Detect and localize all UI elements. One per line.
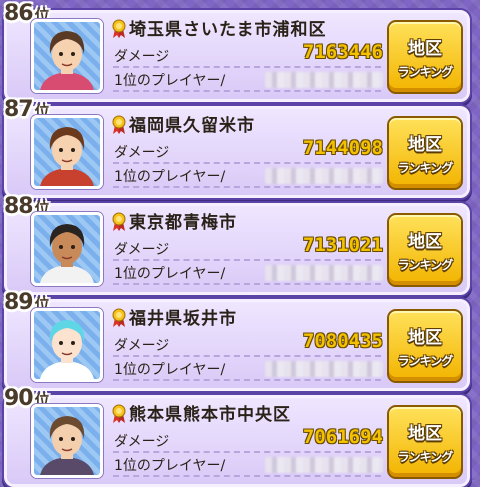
damage-value: 7061694 xyxy=(302,426,383,448)
ranking-row: 87 位 福岡県久留米市 ダメージ 7144098 1位のプレイヤー/ 地区 ラ… xyxy=(4,97,470,198)
avatar-portrait-icon xyxy=(40,224,94,283)
top-player-label: 1位のプレイヤー/ xyxy=(114,73,226,89)
divider xyxy=(113,475,381,477)
ranking-row: 88 位 東京都青梅市 ダメージ 7131021 1位のプレイヤー/ 地区 ラン… xyxy=(4,194,470,295)
divider xyxy=(113,355,381,357)
medal-ribbon-icon xyxy=(112,404,126,423)
area-name: 熊本県熊本市中央区 xyxy=(129,405,291,425)
player-avatar[interactable] xyxy=(31,212,103,286)
top-player-label: 1位のプレイヤー/ xyxy=(114,266,226,282)
area-ranking-button[interactable]: 地区 ランキング xyxy=(387,213,463,287)
medal-ribbon-icon xyxy=(112,115,126,134)
avatar-portrait-icon xyxy=(40,31,94,90)
top-player-name-blurred xyxy=(265,361,383,377)
area-ranking-button-line1: 地区 xyxy=(408,424,442,444)
area-name: 福岡県久留米市 xyxy=(129,116,255,136)
divider xyxy=(113,186,381,188)
ranking-row: 86位 埼玉県さいたま市浦和区 ダメージ 7163446 1位のプレイヤー/ xyxy=(4,1,470,102)
divider xyxy=(113,283,381,285)
divider xyxy=(113,379,381,381)
area-name: 東京都青梅市 xyxy=(129,213,237,233)
damage-value: 7080435 xyxy=(302,330,383,352)
area-ranking-button[interactable]: 地区 ランキング xyxy=(387,116,463,190)
avatar-portrait-icon xyxy=(40,127,94,186)
damage-value: 7163446 xyxy=(302,41,383,63)
medal-ribbon-icon xyxy=(112,212,126,231)
damage-label: ダメージ xyxy=(114,338,170,354)
avatar-portrait-icon xyxy=(40,416,94,475)
damage-label: ダメージ xyxy=(114,49,170,65)
top-player-name-blurred xyxy=(265,72,383,88)
top-player-label: 1位のプレイヤー/ xyxy=(114,458,226,474)
divider xyxy=(113,259,381,261)
damage-label: ダメージ xyxy=(114,242,170,258)
ranking-row: 90 位 熊本県熊本市中央区 ダメージ 7061694 1位のプレイヤー/ 地区… xyxy=(4,386,470,487)
top-player-label: 1位のプレイヤー/ xyxy=(114,169,226,185)
area-name: 福井県坂井市 xyxy=(129,309,237,329)
medal-ribbon-icon xyxy=(112,19,126,38)
ranking-row: 89 位 福井県坂井市 ダメージ 7080435 1位のプレイヤー/ 地区 ラン… xyxy=(4,290,470,391)
top-player-name-blurred xyxy=(265,265,383,281)
player-avatar[interactable] xyxy=(31,19,103,93)
area-ranking-button-line1: 地区 xyxy=(408,39,442,59)
area-ranking-button-line1: 地区 xyxy=(408,135,442,155)
avatar-portrait-icon xyxy=(40,320,94,379)
divider xyxy=(113,162,381,164)
area-ranking-button-line2: ランキング xyxy=(397,161,454,175)
area-ranking-button-line1: 地区 xyxy=(408,232,442,252)
area-name: 埼玉県さいたま市浦和区 xyxy=(129,20,327,40)
damage-label: ダメージ xyxy=(114,145,170,161)
top-player-name-blurred xyxy=(265,168,383,184)
area-ranking-button-line1: 地区 xyxy=(408,328,442,348)
area-ranking-button[interactable]: 地区 ランキング xyxy=(387,309,463,383)
divider xyxy=(113,90,381,92)
damage-label: ダメージ xyxy=(114,434,170,450)
player-avatar[interactable] xyxy=(31,308,103,382)
area-ranking-button-line2: ランキング xyxy=(397,354,454,368)
divider xyxy=(113,66,381,68)
area-ranking-button-line2: ランキング xyxy=(397,450,454,464)
top-player-label: 1位のプレイヤー/ xyxy=(114,362,226,378)
damage-value: 7131021 xyxy=(302,234,383,256)
player-avatar[interactable] xyxy=(31,115,103,189)
area-ranking-button-line2: ランキング xyxy=(397,65,454,79)
top-player-name-blurred xyxy=(265,457,383,473)
medal-ribbon-icon xyxy=(112,308,126,327)
area-ranking-button[interactable]: 地区 ランキング xyxy=(387,20,463,94)
divider xyxy=(113,451,381,453)
area-ranking-button-line2: ランキング xyxy=(397,258,454,272)
damage-value: 7144098 xyxy=(302,137,383,159)
area-ranking-button[interactable]: 地区 ランキング xyxy=(387,405,463,479)
player-avatar[interactable] xyxy=(31,404,103,478)
